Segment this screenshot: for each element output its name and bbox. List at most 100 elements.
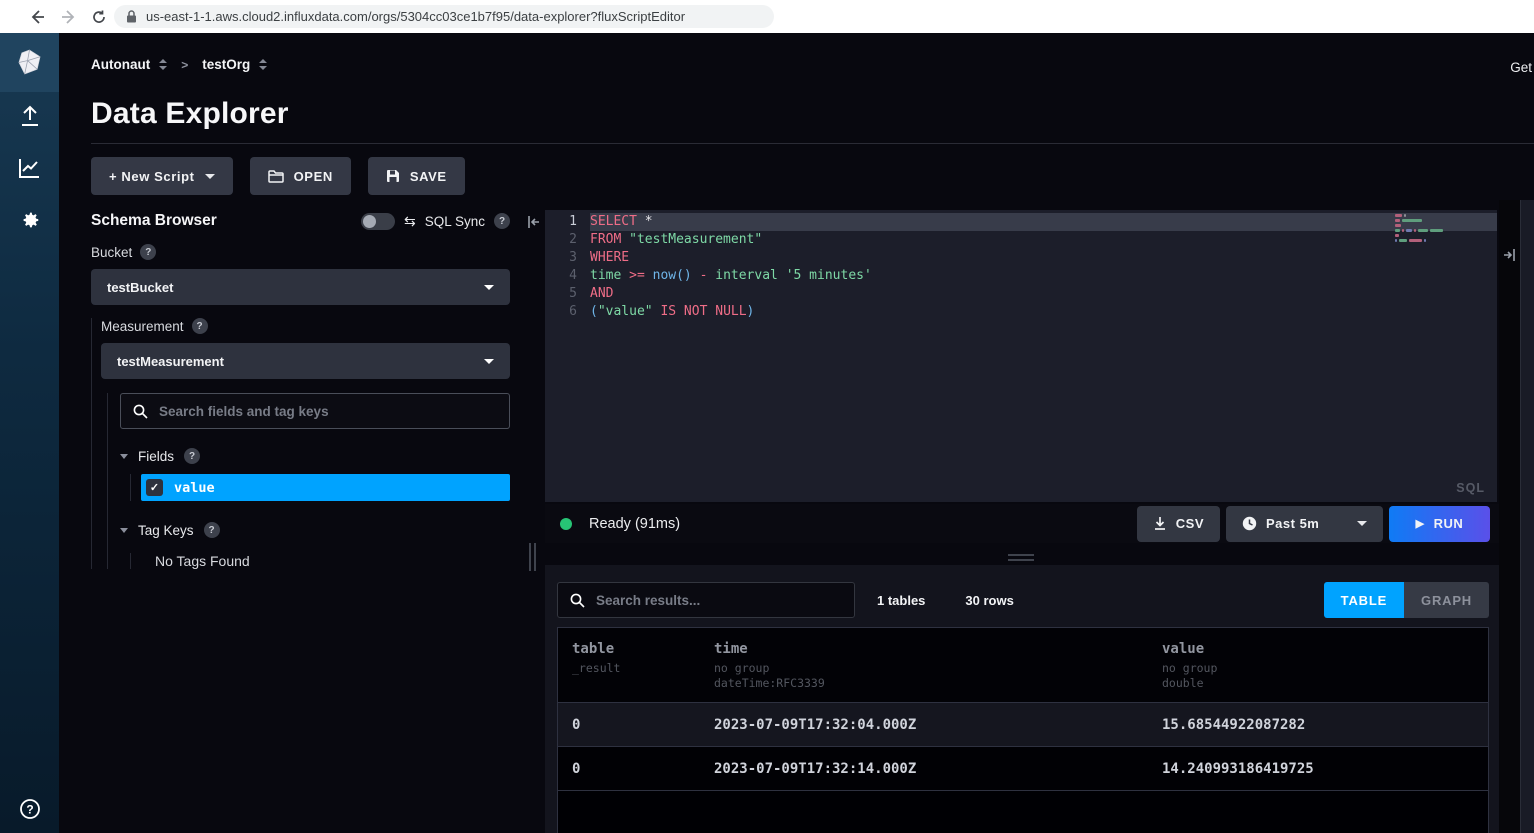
search-icon [133, 404, 148, 419]
new-script-button[interactable]: + New Script [91, 157, 233, 195]
settings-gear-icon[interactable] [0, 209, 59, 231]
collapsed-panel-strip[interactable] [1521, 200, 1534, 833]
org-switcher-icon[interactable] [159, 59, 167, 70]
horizontal-splitter-handle[interactable] [1008, 554, 1034, 561]
results-panel: Search results... 1 tables 30 rows TABLE… [545, 565, 1499, 833]
code-line[interactable]: 4 time >= now() - interval '5 minutes' [545, 267, 1497, 285]
table-cell: 0 [572, 717, 714, 733]
line-number: 3 [545, 249, 577, 267]
run-query-button[interactable]: ▶ RUN [1389, 506, 1490, 542]
sql-sync-help-icon[interactable]: ? [494, 213, 510, 229]
code-line[interactable]: 2 FROM "testMeasurement" [545, 231, 1497, 249]
language-badge: SQL [1456, 481, 1485, 495]
tab-graph[interactable]: GRAPH [1404, 582, 1489, 618]
lock-icon [126, 10, 137, 23]
line-number: 2 [545, 231, 577, 249]
table-header: table_resulttimeno groupdateTime:RFC3339… [558, 628, 1488, 703]
left-nav: ? [0, 33, 59, 833]
bucket-label: Bucket ? [91, 244, 510, 260]
breadcrumb-org[interactable]: Autonaut [91, 57, 167, 72]
schema-browser-panel: Schema Browser ⇆ SQL Sync ? Bucket ? tes… [91, 212, 510, 569]
collapse-editor-left-icon[interactable] [527, 215, 540, 229]
table-cell: 15.68544922087282 [1162, 717, 1488, 733]
data-explorer-graph-icon[interactable] [0, 157, 59, 179]
code-line[interactable]: 1 SELECT * [545, 213, 1497, 231]
measurement-dropdown[interactable]: testMeasurement [101, 343, 510, 379]
line-number: 4 [545, 267, 577, 285]
code-line[interactable]: 3 WHERE [545, 249, 1497, 267]
editor-lines: 1 SELECT * 2 FROM "testMeasurement" 3 WHERE 4t… [545, 213, 1497, 321]
code-text: WHERE [590, 249, 1497, 267]
folder-icon [268, 169, 284, 183]
save-script-button[interactable]: SAVE [368, 157, 465, 195]
page-title: Data Explorer [91, 97, 289, 131]
fields-help-icon[interactable]: ? [184, 448, 200, 464]
code-text: FROM "testMeasurement" [590, 231, 1497, 249]
sql-sync-toggle[interactable] [361, 213, 395, 230]
right-rail [1499, 200, 1534, 833]
line-number: 6 [545, 303, 577, 321]
open-script-button[interactable]: OPEN [250, 157, 351, 195]
code-line[interactable]: 5AND [545, 285, 1497, 303]
sync-arrows-icon: ⇆ [404, 213, 416, 230]
address-bar[interactable]: us-east-1-1.aws.cloud2.influxdata.com/or… [114, 5, 774, 28]
table-row[interactable]: 02023-07-09T17:32:14.000Z14.240993186419… [558, 747, 1488, 791]
code-text: SELECT * [590, 213, 1497, 231]
rows-count: 30 rows [965, 593, 1013, 608]
checkbox-checked-icon[interactable]: ✓ [146, 479, 163, 496]
breadcrumb: Autonaut > testOrg [91, 57, 267, 72]
csv-download-button[interactable]: CSV [1137, 506, 1220, 542]
editor-minimap[interactable] [1395, 214, 1443, 242]
browser-forward-button[interactable] [56, 4, 82, 30]
chevron-down-icon [484, 285, 494, 290]
script-toolbar: + New Script OPEN SAVE [91, 157, 465, 195]
view-toggle: TABLE GRAPH [1324, 582, 1489, 618]
collapse-caret-icon [120, 528, 128, 533]
help-icon[interactable]: ? [0, 798, 59, 820]
schema-browser-title: Schema Browser [91, 212, 217, 230]
code-text: ("value" IS NOT NULL) [590, 303, 1497, 321]
sql-editor[interactable]: 1 SELECT * 2 FROM "testMeasurement" 3 WHERE 4t… [545, 210, 1497, 502]
status-dot-icon [560, 518, 572, 530]
breadcrumb-separator: > [181, 58, 188, 72]
sql-sync-label: SQL Sync [425, 214, 485, 229]
left-splitter-handle[interactable] [529, 543, 536, 571]
browser-reload-button[interactable] [86, 4, 112, 30]
time-range-dropdown[interactable]: Past 5m [1226, 506, 1383, 542]
field-item-value[interactable]: ✓ value [141, 474, 510, 501]
download-icon [1153, 516, 1167, 531]
code-line[interactable]: 6 ("value" IS NOT NULL) [545, 303, 1497, 321]
upload-icon[interactable] [0, 105, 59, 129]
table-row[interactable]: 02023-07-09T17:32:04.000Z15.685449220872… [558, 703, 1488, 747]
measurement-help-icon[interactable]: ? [192, 318, 208, 334]
code-text: time >= now() - interval '5 minutes' [590, 267, 1497, 285]
line-number: 5 [545, 285, 577, 303]
suborg-switcher-icon[interactable] [259, 59, 267, 70]
query-status-bar: Ready (91ms) CSV Past 5m ▶ RUN [545, 504, 1499, 543]
column-header: timeno groupdateTime:RFC3339 [714, 641, 1162, 691]
svg-text:?: ? [26, 803, 33, 817]
tag-keys-section-header[interactable]: Tag Keys ? [120, 522, 510, 538]
influxdb-logo[interactable] [0, 33, 59, 92]
fields-section-header[interactable]: Fields ? [120, 448, 510, 464]
column-header: table_result [572, 641, 714, 691]
status-text: Ready (91ms) [589, 516, 680, 532]
bucket-help-icon[interactable]: ? [140, 244, 156, 260]
breadcrumb-suborg[interactable]: testOrg [202, 57, 267, 72]
column-header: valueno groupdouble [1162, 641, 1488, 691]
table-cell: 2023-07-09T17:32:14.000Z [714, 761, 1162, 777]
line-number: 1 [545, 213, 577, 231]
save-disk-icon [386, 169, 400, 183]
bucket-dropdown[interactable]: testBucket [91, 269, 510, 305]
table-cell: 14.240993186419725 [1162, 761, 1488, 777]
get-link[interactable]: Get [1510, 60, 1532, 75]
browser-back-button[interactable] [24, 4, 50, 30]
expand-panel-right-icon[interactable] [1503, 248, 1516, 262]
url-text: us-east-1-1.aws.cloud2.influxdata.com/or… [146, 9, 685, 24]
no-tags-message: No Tags Found [155, 553, 510, 569]
tag-keys-help-icon[interactable]: ? [204, 522, 220, 538]
schema-search-input[interactable]: Search fields and tag keys [120, 393, 510, 429]
tab-table[interactable]: TABLE [1324, 582, 1404, 618]
results-search-input[interactable]: Search results... [557, 582, 855, 618]
chevron-down-icon [1357, 521, 1367, 526]
